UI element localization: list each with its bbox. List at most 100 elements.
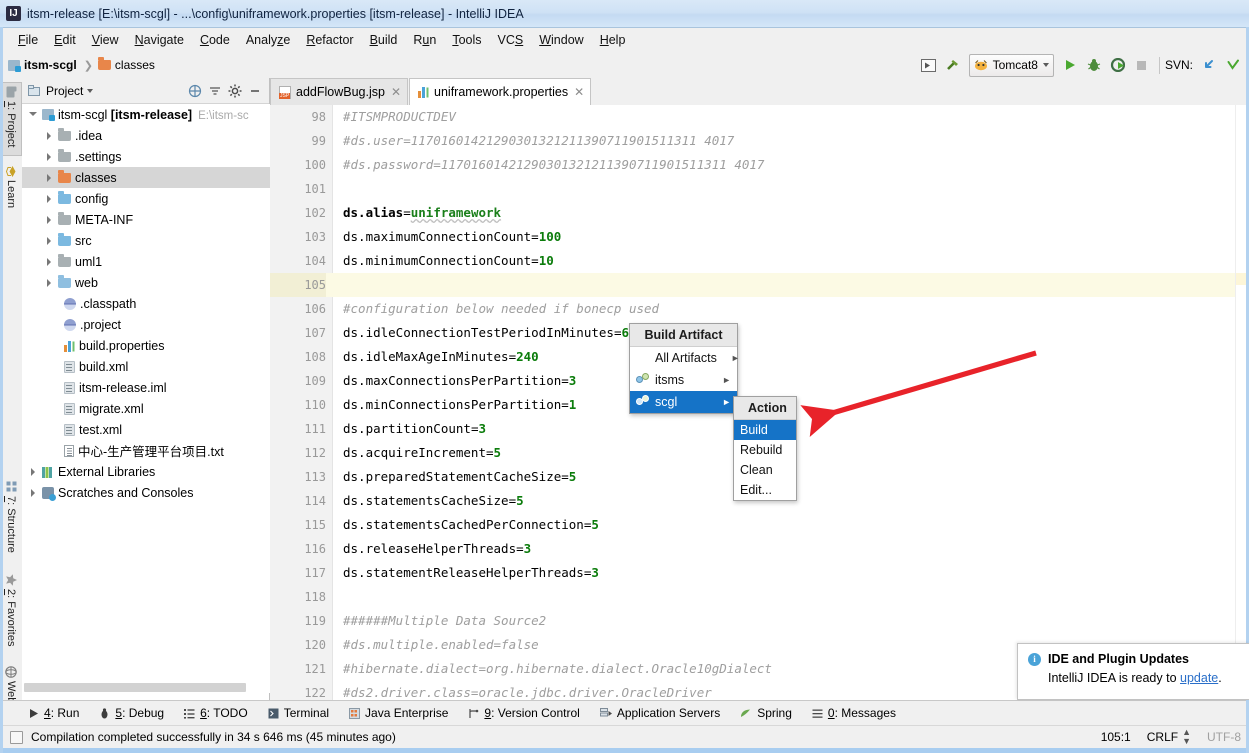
chevron-right-icon[interactable] (44, 193, 55, 204)
svn-update-icon[interactable] (1198, 55, 1220, 75)
chevron-right-icon[interactable] (28, 466, 39, 477)
breadcrumb-item-classes[interactable]: classes (97, 57, 155, 72)
menu-refactor[interactable]: Refactor (298, 31, 361, 49)
tree-row-meta-inf[interactable]: META-INF (22, 209, 270, 230)
chevron-right-icon[interactable] (44, 151, 55, 162)
hide-panel-icon[interactable] (245, 81, 265, 101)
svn-commit-icon[interactable] (1222, 55, 1244, 75)
menu-file[interactable]: File (10, 31, 46, 49)
tool-window-todo[interactable]: 6: TODO (184, 706, 248, 720)
notification-balloon[interactable]: i IDE and Plugin Updates IntelliJ IDEA i… (1017, 643, 1249, 700)
line-number: 102 (304, 206, 326, 220)
status-message-group[interactable]: Compilation completed successfully in 34… (10, 730, 396, 744)
menu-item-rebuild[interactable]: Rebuild (734, 440, 796, 460)
tree-row-migrate-xml[interactable]: migrate.xml (22, 398, 270, 419)
tree-row-build-properties[interactable]: build.properties (22, 335, 270, 356)
caret-position[interactable]: 105:1 (1101, 730, 1131, 744)
tree-row-txt[interactable]: 中心-生产管理平台项目.txt (22, 440, 270, 461)
build-artifact-context-menu[interactable]: Build Artifact All Artifacts ► itsms ► s… (629, 323, 740, 414)
menu-vcs[interactable]: VCS (490, 31, 532, 49)
chevron-down-icon[interactable] (28, 109, 39, 120)
chevron-right-icon[interactable] (28, 487, 39, 498)
tree-row-src[interactable]: src (22, 230, 270, 251)
tool-window-run[interactable]: 4: Run (28, 706, 79, 720)
menu-run[interactable]: Run (405, 31, 444, 49)
tool-window-terminal[interactable]: Terminal (268, 706, 329, 720)
sidebar-item-learn[interactable]: Learn (0, 162, 22, 224)
tree-row-idea[interactable]: .idea (22, 125, 270, 146)
menu-analyze[interactable]: Analyze (238, 31, 298, 49)
tool-window-messages[interactable]: 0: Messages (812, 706, 896, 720)
tree-row-iml[interactable]: itsm-release.iml (22, 377, 270, 398)
menu-item-itsms[interactable]: itsms ► (630, 369, 737, 391)
menu-item-scgl[interactable]: scgl ► (630, 391, 737, 413)
property-key: ds.partitionCount (343, 421, 471, 436)
chevron-right-icon[interactable] (44, 235, 55, 246)
chevron-right-icon[interactable] (44, 277, 55, 288)
sidebar-item-structure[interactable]: 7: Structure (0, 478, 22, 564)
tree-row-classes[interactable]: classes (22, 167, 270, 188)
tree-row-web[interactable]: web (22, 272, 270, 293)
menu-item-build[interactable]: Build (734, 420, 796, 440)
chevron-right-icon[interactable] (44, 214, 55, 225)
sidebar-item-favorites[interactable]: 2: Favorites (0, 570, 22, 656)
chevron-right-icon[interactable] (44, 172, 55, 183)
tree-row-project-file[interactable]: .project (22, 314, 270, 335)
close-icon[interactable]: ✕ (391, 85, 401, 99)
tool-window-debug[interactable]: 5: Debug (99, 706, 164, 720)
tree-row-build-xml[interactable]: build.xml (22, 356, 270, 377)
menu-item-clean[interactable]: Clean (734, 460, 796, 480)
menu-code[interactable]: Code (192, 31, 238, 49)
intellij-idea-window: IJ itsm-release [E:\itsm-scgl] - ...\con… (0, 0, 1249, 753)
tool-window-spring[interactable]: Spring (740, 706, 792, 720)
stop-icon[interactable] (1131, 55, 1153, 75)
collapse-all-icon[interactable] (205, 81, 225, 101)
tree-row-external-libraries[interactable]: External Libraries (22, 461, 270, 482)
breadcrumb-item-module[interactable]: itsm-scgl (8, 58, 77, 72)
tool-window-java-enterprise[interactable]: Java Enterprise (349, 706, 448, 720)
run-with-coverage-icon[interactable] (1107, 55, 1129, 75)
scrollbar-thumb[interactable] (24, 683, 246, 692)
tree-row-uml1[interactable]: uml1 (22, 251, 270, 272)
chevron-down-icon[interactable] (87, 88, 94, 93)
build-project-icon[interactable] (918, 55, 940, 75)
tool-window-application-servers[interactable]: Application Servers (599, 706, 720, 720)
menu-help[interactable]: Help (592, 31, 634, 49)
menu-navigate[interactable]: Navigate (127, 31, 192, 49)
run-icon[interactable] (1059, 55, 1081, 75)
project-tree[interactable]: itsm-scgl [itsm-release] E:\itsm-sc .idea… (22, 104, 270, 691)
chevron-right-icon[interactable] (44, 130, 55, 141)
editor-tab-uniframework[interactable]: uniframework.properties ✕ (409, 78, 592, 105)
menu-tools[interactable]: Tools (444, 31, 489, 49)
tree-row-config[interactable]: config (22, 188, 270, 209)
tree-row-project-root[interactable]: itsm-scgl [itsm-release] E:\itsm-sc (22, 104, 270, 125)
chevron-right-icon[interactable] (44, 256, 55, 267)
tree-row-classpath[interactable]: .classpath (22, 293, 270, 314)
menu-window[interactable]: Window (531, 31, 591, 49)
tree-row-scratches[interactable]: Scratches and Consoles (22, 482, 270, 503)
project-tree-horizontal-scrollbar[interactable] (22, 682, 270, 693)
encoding-selector[interactable]: UTF-8 (1207, 730, 1241, 744)
debug-icon[interactable] (1083, 55, 1105, 75)
close-icon[interactable]: ✕ (574, 85, 584, 99)
editor-tab-addflowbug[interactable]: addFlowBug.jsp ✕ (270, 78, 409, 105)
locate-file-icon[interactable] (185, 81, 205, 101)
gear-icon[interactable] (225, 81, 245, 101)
tree-row-settings[interactable]: .settings (22, 146, 270, 167)
editor-area: addFlowBug.jsp ✕ uniframework.properties… (270, 78, 1249, 705)
sidebar-item-project[interactable]: 1: Project (0, 82, 22, 156)
update-link[interactable]: update (1180, 671, 1218, 685)
run-configuration-selector[interactable]: Tomcat8 (968, 53, 1054, 77)
menu-item-edit[interactable]: Edit... (734, 480, 796, 500)
code-line: 104 ds.minimumConnectionCount=10 (270, 249, 1249, 273)
tool-window-version-control[interactable]: 9: Version Control (468, 706, 580, 720)
tree-label: .settings (75, 149, 122, 164)
line-separator-selector[interactable]: CRLF ▲ ▼ (1147, 728, 1191, 746)
action-submenu[interactable]: Action Build Rebuild Clean Edit... (733, 396, 797, 501)
hammer-icon[interactable] (942, 55, 964, 75)
menu-build[interactable]: Build (362, 31, 406, 49)
menu-edit[interactable]: Edit (46, 31, 84, 49)
menu-view[interactable]: View (84, 31, 127, 49)
menu-item-all-artifacts[interactable]: All Artifacts ► (630, 347, 740, 369)
tree-row-test-xml[interactable]: test.xml (22, 419, 270, 440)
